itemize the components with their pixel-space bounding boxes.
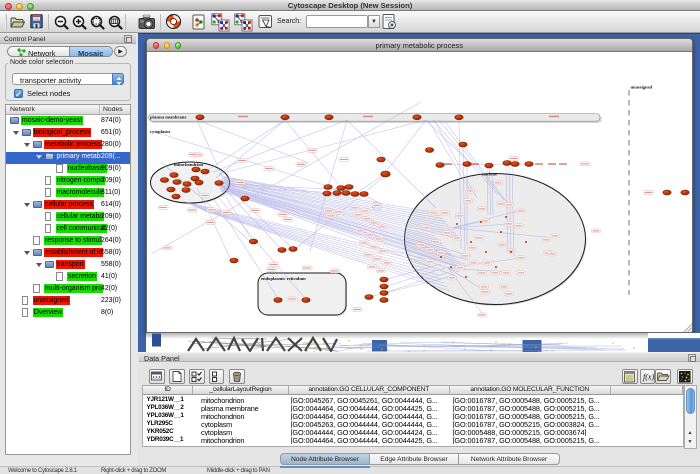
svg-text:f(x): f(x) [643, 373, 654, 382]
svg-text:mitochondrion: mitochondrion [174, 162, 204, 167]
svg-text:cytoplasm: cytoplasm [150, 129, 170, 134]
svg-text:nucleus: nucleus [482, 172, 497, 177]
svg-text:plasma membrane: plasma membrane [150, 114, 186, 119]
svg-text:endoplasmic reticulum: endoplasmic reticulum [261, 276, 306, 281]
svg-text:unassigned: unassigned [630, 85, 652, 90]
